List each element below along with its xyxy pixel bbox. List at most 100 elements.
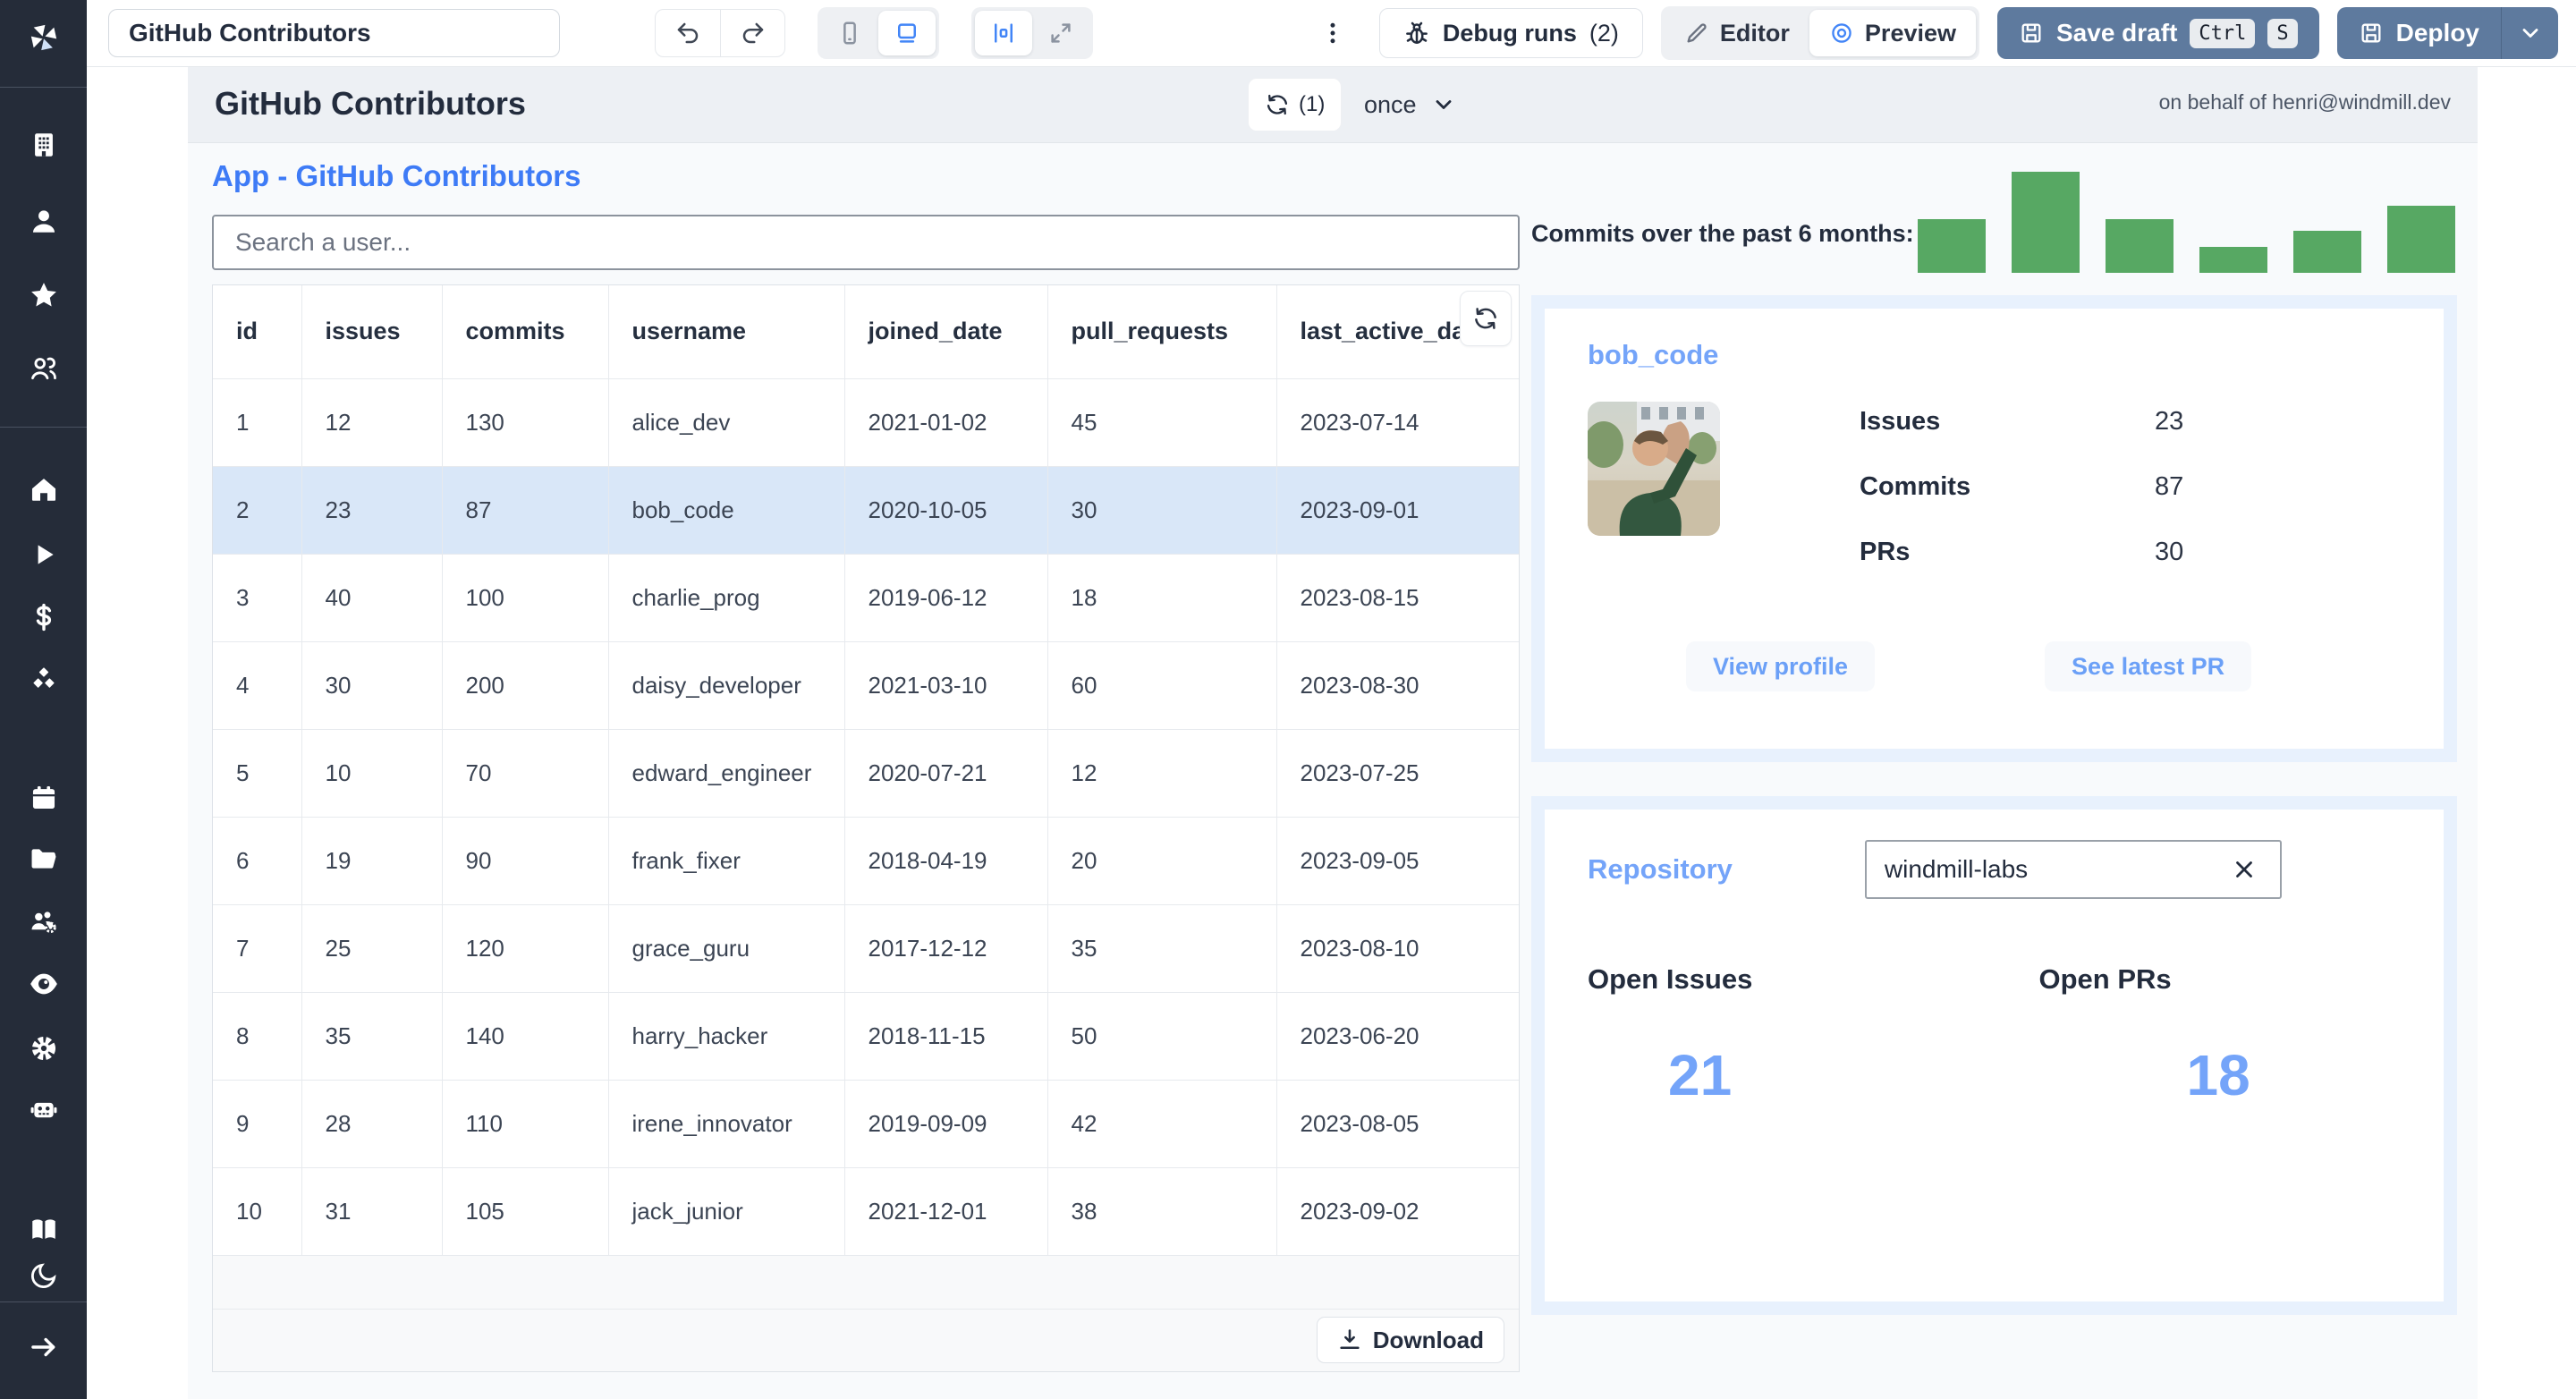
column-header[interactable]: joined_date	[844, 285, 1048, 379]
dollar-icon[interactable]	[22, 596, 65, 639]
table-row[interactable]: 5 10 70 edward_engineer 2020-07-21 12 2023-07-…	[213, 729, 1519, 818]
download-button[interactable]: Download	[1316, 1317, 1504, 1363]
chart-bar	[2293, 231, 2361, 273]
download-icon	[1340, 1329, 1360, 1350]
repository-heading: Repository	[1588, 853, 1733, 885]
table-head-row: id issues commits username joined_date pull_r…	[213, 285, 1519, 379]
device-toggle-group	[818, 7, 939, 59]
table-row[interactable]: 4 30 200 daisy_developer 2021-03-10 60 2023-08…	[213, 641, 1519, 730]
user-stat-row: Commits 87	[1860, 472, 2360, 502]
view-profile-button[interactable]: View profile	[1686, 641, 1876, 691]
app-canvas: App - GitHub Contributors idissuescommit…	[188, 143, 2478, 1399]
fullscreen-button[interactable]	[1032, 11, 1089, 55]
user-stat-value: 87	[2155, 472, 2184, 501]
robot-icon[interactable]	[22, 1088, 65, 1131]
sidebar-divider	[0, 427, 87, 428]
table-row[interactable]: 8 35 140 harry_hacker 2018-11-15 50 2023-06-20	[213, 992, 1519, 1081]
debug-runs-label: Debug runs	[1442, 19, 1577, 47]
center-align-button[interactable]	[975, 11, 1032, 55]
user-stat-row: PRs 30	[1860, 538, 2360, 567]
desktop-view-button[interactable]	[878, 11, 936, 55]
app-title-input[interactable]	[108, 9, 560, 57]
open-prs-label: Open PRs	[2038, 963, 2172, 995]
chart-bar	[2387, 206, 2455, 273]
tab-preview[interactable]: Preview	[1809, 10, 1976, 56]
table-row[interactable]: 1 12 130 alice_dev 2021-01-02 45 2023-07-14	[213, 378, 1519, 467]
sidebar	[0, 0, 87, 1399]
toolbar-right: Debug runs (2) Editor Preview Save draft…	[1317, 6, 2558, 60]
app-refresh-count: (1)	[1299, 92, 1326, 116]
top-toolbar: Debug runs (2) Editor Preview	[87, 0, 2576, 67]
play-icon[interactable]	[22, 533, 65, 576]
open-issues-value: 21	[1668, 1043, 1733, 1107]
user-stat-label: Issues	[1860, 407, 1941, 436]
tab-editor-label: Editor	[1719, 19, 1790, 47]
user-icon[interactable]	[22, 199, 65, 242]
user-group-icon[interactable]	[22, 347, 65, 390]
cubes-icon[interactable]	[22, 658, 65, 701]
open-issues-label: Open Issues	[1588, 963, 1753, 995]
sidebar-divider	[0, 1301, 87, 1302]
table-row[interactable]: 2 23 87 bob_code 2020-10-05 30 2023-09-01	[213, 466, 1519, 555]
app-refresh-button[interactable]: (1)	[1248, 78, 1343, 131]
tab-editor[interactable]: Editor	[1665, 10, 1809, 56]
column-header[interactable]: commits	[442, 285, 609, 379]
user-stat-row: Issues 23	[1860, 407, 2360, 437]
book-icon[interactable]	[22, 1208, 65, 1251]
calendar-icon[interactable]	[22, 776, 65, 819]
star-icon[interactable]	[22, 274, 65, 317]
table-row[interactable]: 9 28 110 irene_innovator 2019-09-09 42 2023-08…	[213, 1080, 1519, 1168]
column-header[interactable]: issues	[301, 285, 443, 379]
user-stat-value: 30	[2155, 538, 2184, 566]
search-input[interactable]	[212, 215, 1520, 270]
user-card-buttons: View profile See latest PR	[1588, 641, 2252, 691]
repository-card: Repository Open Issues 21	[1545, 810, 2444, 1301]
schedule-dropdown[interactable]: once	[1364, 78, 1456, 131]
repository-header: Repository	[1588, 840, 2401, 899]
repository-panel: Repository Open Issues 21	[1531, 796, 2457, 1315]
repository-input[interactable]	[1884, 855, 2226, 884]
arrow-right-icon[interactable]	[22, 1326, 65, 1369]
undo-button[interactable]	[656, 9, 720, 57]
app-title: GitHub Contributors	[215, 85, 526, 122]
chevron-down-icon	[1436, 100, 1451, 109]
moon-icon[interactable]	[22, 1254, 65, 1297]
deploy-options-caret[interactable]	[2501, 7, 2558, 59]
on-behalf-text: on behalf of henri@windmill.dev	[2158, 90, 2451, 114]
chart-bar	[1918, 219, 1986, 273]
user-panel: bob_code Issues 23 Commits 87 PRs 30 Vie…	[1531, 295, 2457, 762]
table-row[interactable]: 6 19 90 frank_fixer 2018-04-19 20 2023-09-05	[213, 817, 1519, 905]
deploy-label: Deploy	[2395, 19, 2479, 47]
open-prs-value: 18	[2186, 1043, 2250, 1107]
commits-chart-label: Commits over the past 6 months:	[1531, 220, 1914, 247]
toolbar-center	[655, 7, 1093, 59]
folder-icon[interactable]	[22, 837, 65, 880]
see-latest-pr-button[interactable]: See latest PR	[2045, 641, 2252, 691]
save-draft-button[interactable]: Save draft Ctrl S	[1997, 7, 2319, 59]
kbd-ctrl: Ctrl	[2190, 18, 2256, 48]
gear-icon[interactable]	[22, 1027, 65, 1070]
home-icon[interactable]	[22, 468, 65, 511]
column-header[interactable]: username	[608, 285, 845, 379]
table-row[interactable]: 7 25 120 grace_guru 2017-12-12 35 2023-08-10	[213, 904, 1519, 993]
commits-chart	[1918, 172, 2455, 273]
table-refresh-button[interactable]	[1460, 291, 1512, 346]
user-card-username: bob_code	[1588, 339, 1719, 370]
kbd-s: S	[2267, 18, 2298, 48]
user-group-gear-icon[interactable]	[22, 900, 65, 943]
table-empty-strip	[213, 1255, 1519, 1310]
eye-icon[interactable]	[22, 962, 65, 1005]
debug-runs-button[interactable]: Debug runs (2)	[1378, 8, 1643, 58]
building-icon[interactable]	[22, 123, 65, 166]
column-header[interactable]: id	[213, 285, 302, 379]
clear-icon[interactable]	[2226, 852, 2262, 887]
table-row[interactable]: 3 40 100 charlie_prog 2019-06-12 18 2023-08-15	[213, 554, 1519, 642]
windmill-logo-icon[interactable]	[22, 16, 65, 59]
debug-runs-count: (2)	[1589, 19, 1619, 47]
column-header[interactable]: pull_requests	[1047, 285, 1277, 379]
table-row[interactable]: 10 31 105 jack_junior 2021-12-01 38 2023-09-02	[213, 1167, 1519, 1256]
deploy-button[interactable]: Deploy	[2337, 7, 2501, 59]
mobile-view-button[interactable]	[821, 11, 878, 55]
more-menu-icon[interactable]	[1317, 9, 1349, 57]
redo-button[interactable]	[720, 9, 784, 57]
